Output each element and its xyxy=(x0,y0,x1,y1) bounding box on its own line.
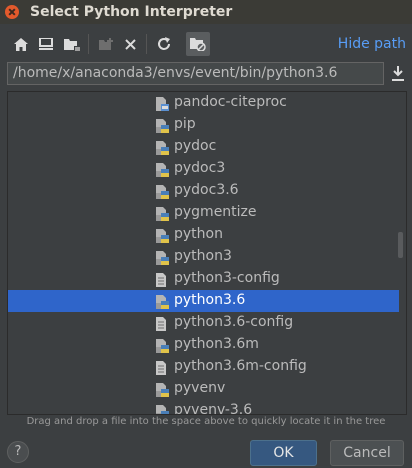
tree-row[interactable]: pip xyxy=(8,114,399,136)
tree-row-label: pip xyxy=(174,116,196,132)
download-icon[interactable] xyxy=(391,66,405,82)
tree-row[interactable]: pydoc3.6 xyxy=(8,180,399,202)
delete-icon[interactable] xyxy=(121,35,139,53)
tree-row-label: pydoc3 xyxy=(174,160,226,176)
tree-row[interactable]: python3-config xyxy=(8,268,399,290)
tree-row-label: pydoc xyxy=(174,138,217,154)
script-file-icon xyxy=(155,272,169,287)
hide-path-link[interactable]: Hide path xyxy=(338,36,406,52)
tree-row-label: python3.6 xyxy=(174,292,246,308)
refresh-icon[interactable] xyxy=(155,35,173,53)
tree-row-label: pygmentize xyxy=(174,204,257,220)
path-input[interactable]: /home/x/anaconda3/envs/event/bin/python3… xyxy=(7,62,384,85)
tree-row-label: python3.6m-config xyxy=(174,358,307,374)
python-file-icon xyxy=(155,184,169,199)
new-folder-icon[interactable] xyxy=(97,35,115,53)
tree-row-label: python3-config xyxy=(174,270,280,286)
tree-row-label: python3 xyxy=(174,248,232,264)
tree-row-label: pyvenv xyxy=(174,380,226,396)
python-file-icon xyxy=(155,118,169,133)
python-file-icon xyxy=(155,228,169,243)
python-file-icon xyxy=(155,250,169,265)
toolbar-separator xyxy=(88,34,89,54)
tree-row[interactable]: pandoc-citeproc xyxy=(8,92,399,114)
home-icon[interactable] xyxy=(12,35,30,53)
tree-row[interactable]: pydoc xyxy=(8,136,399,158)
python-file-icon xyxy=(155,404,169,414)
tree-row[interactable]: python3.6 xyxy=(8,290,399,312)
python-file-icon xyxy=(155,206,169,221)
python-file-icon xyxy=(155,382,169,397)
tree-row-label: pyvenv-3.6 xyxy=(174,402,253,415)
executable-file-icon xyxy=(155,96,169,111)
scrollbar-thumb[interactable] xyxy=(398,232,403,258)
tree-row[interactable]: python3.6-config xyxy=(8,312,399,334)
tree-row[interactable]: python xyxy=(8,224,399,246)
tree-row-label: pandoc-citeproc xyxy=(174,94,287,110)
file-tree[interactable]: pandoc-citeproc pip pydoc pydoc3 pydoc3.6 pyg… xyxy=(7,91,407,415)
show-hidden-icon[interactable] xyxy=(186,32,210,56)
toolbar: Hide path xyxy=(0,24,412,60)
python-file-icon xyxy=(155,338,169,353)
cancel-button[interactable]: Cancel xyxy=(330,440,404,466)
tree-row[interactable]: python3.6m-config xyxy=(8,356,399,378)
script-file-icon xyxy=(155,316,169,331)
help-button[interactable]: ? xyxy=(7,441,29,463)
python-file-icon xyxy=(155,140,169,155)
python-file-icon xyxy=(155,162,169,177)
drag-drop-hint: Drag and drop a file into the space abov… xyxy=(26,416,386,427)
python-file-icon xyxy=(155,294,169,309)
tree-row-label: python3.6-config xyxy=(174,314,294,330)
dialog-title: Select Python Interpreter xyxy=(30,4,233,20)
tree-row-label: python3.6m xyxy=(174,336,259,352)
desktop-icon[interactable] xyxy=(37,35,55,53)
toolbar-separator xyxy=(146,34,147,54)
tree-row[interactable]: python3 xyxy=(8,246,399,268)
project-folder-icon[interactable] xyxy=(63,35,81,53)
tree-row[interactable]: pyvenv-3.6 xyxy=(8,400,399,415)
window-close-button[interactable] xyxy=(5,5,19,19)
tree-row[interactable]: pydoc3 xyxy=(8,158,399,180)
tree-row-label: pydoc3.6 xyxy=(174,182,239,198)
title-bar: Select Python Interpreter xyxy=(0,0,412,24)
tree-row-label: python xyxy=(174,226,223,242)
tree-row[interactable]: python3.6m xyxy=(8,334,399,356)
script-file-icon xyxy=(155,360,169,375)
tree-row[interactable]: pygmentize xyxy=(8,202,399,224)
ok-button[interactable]: OK xyxy=(250,440,317,466)
tree-row[interactable]: pyvenv xyxy=(8,378,399,400)
